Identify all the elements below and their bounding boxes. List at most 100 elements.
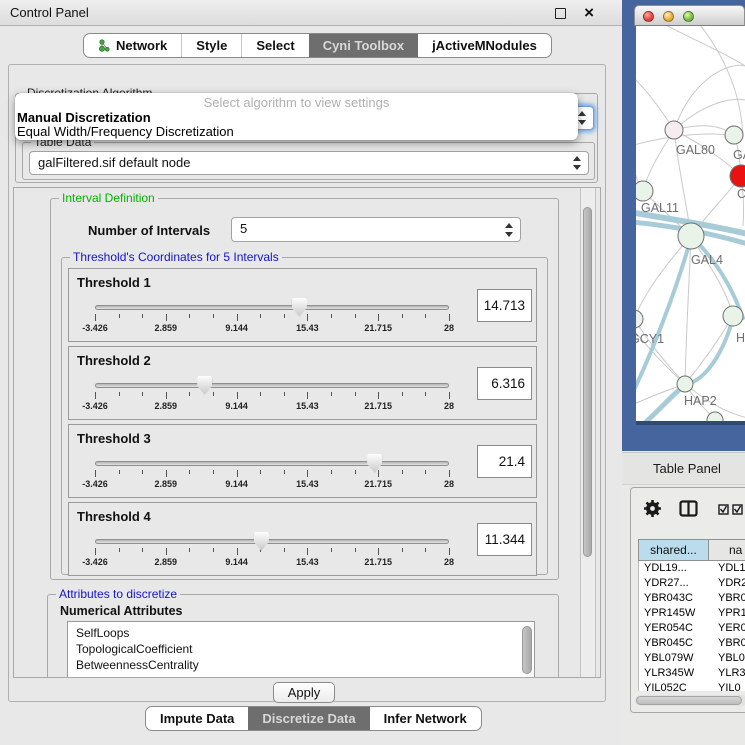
table-cell[interactable]: YBR0 <box>710 636 745 651</box>
content-scrollbar-thumb[interactable] <box>583 207 592 557</box>
threshold-row-1: Threshold 1-3.4262.8599.14415.4321.71528… <box>68 268 537 342</box>
slider-track[interactable] <box>95 305 449 310</box>
threshold-value-field[interactable]: 21.4 <box>477 445 532 478</box>
attributes-listbox[interactable]: SelfLoopsTopologicalCoefficientBetweenne… <box>67 621 535 678</box>
major-tick <box>307 548 308 555</box>
content-panel: Interval Definition Number of Intervals … <box>13 187 601 678</box>
major-tick <box>166 314 167 321</box>
window-zoom-button[interactable] <box>683 11 694 22</box>
bottom-tab-impute-data[interactable]: Impute Data <box>146 707 248 730</box>
column-header-shared[interactable]: shared... <box>638 539 709 561</box>
threshold-value-field[interactable]: 14.713 <box>477 289 532 322</box>
interval-definition-title: Interval Definition <box>59 191 158 205</box>
table-cell[interactable]: YLR3 <box>710 666 745 681</box>
float-window-icon[interactable] <box>555 8 566 19</box>
num-intervals-label: Number of Intervals <box>88 223 210 238</box>
table-cell[interactable]: YPR145W <box>639 606 710 621</box>
gear-icon[interactable] <box>643 499 662 518</box>
table-cell[interactable]: YPR1 <box>710 606 745 621</box>
network-node-gcy1[interactable] <box>636 310 643 328</box>
apply-button[interactable]: Apply <box>273 682 335 703</box>
attribute-list-item[interactable]: SelfLoops <box>68 625 534 641</box>
network-node-hap2[interactable] <box>677 376 693 392</box>
split-view-icon[interactable] <box>679 500 698 517</box>
table-row[interactable]: YLR345WYLR3 <box>639 666 745 681</box>
slider-track[interactable] <box>95 539 449 544</box>
tab-network[interactable]: Network <box>84 34 181 57</box>
slider-thumb[interactable] <box>254 532 269 551</box>
table-cell[interactable]: YER054C <box>639 621 710 636</box>
table-row[interactable]: YER054CYER0 <box>639 621 745 636</box>
minor-tick <box>355 470 356 474</box>
network-node-gal11[interactable] <box>636 181 653 201</box>
network-node-right[interactable] <box>723 306 743 326</box>
network-node-gal4[interactable] <box>678 223 704 249</box>
threshold-value-field[interactable]: 11.344 <box>477 523 532 556</box>
tick-label: 21.715 <box>364 401 392 411</box>
slider-track[interactable] <box>95 461 449 466</box>
bottom-tab-label: Infer Network <box>384 711 467 726</box>
table-cell[interactable]: YIL052C <box>639 681 710 691</box>
network-canvas[interactable]: GAL80GACGAL11GAL4GCY1HHAP2 <box>636 26 745 421</box>
popup-option-manual[interactable]: Manual Discretization <box>15 111 578 125</box>
table-cell[interactable]: YER0 <box>710 621 745 636</box>
checkbox-columns-icon[interactable] <box>718 504 744 515</box>
table-cell[interactable]: YDL19... <box>639 561 710 576</box>
slider-thumb[interactable] <box>197 376 212 395</box>
tick-label: 9.144 <box>225 557 248 567</box>
num-intervals-combobox[interactable]: 5 <box>231 217 521 242</box>
table-cell[interactable]: YBR043C <box>639 591 710 606</box>
tab-cyni-toolbox[interactable]: Cyni Toolbox <box>309 34 418 57</box>
network-node-top-right[interactable] <box>725 126 743 144</box>
close-icon[interactable]: × <box>584 1 594 25</box>
table-cell[interactable]: YBL0 <box>710 651 745 666</box>
window-close-button[interactable] <box>643 11 654 22</box>
tab-select[interactable]: Select <box>241 34 308 57</box>
attribute-list-item[interactable]: BetweennessCentrality <box>68 657 534 673</box>
tab-style[interactable]: Style <box>181 34 241 57</box>
table-row[interactable]: YPR145WYPR1 <box>639 606 745 621</box>
table-panel-title: Table Panel <box>653 461 721 476</box>
table-cell[interactable]: YBL079W <box>639 651 710 666</box>
network-node-pink[interactable] <box>665 121 683 139</box>
table-data-combobox[interactable]: galFiltered.sif default node <box>29 151 589 175</box>
slider-track[interactable] <box>95 383 449 388</box>
slider-thumb[interactable] <box>292 298 307 317</box>
window-minimize-button[interactable] <box>663 11 674 22</box>
bottom-tab-infer-network[interactable]: Infer Network <box>370 707 481 730</box>
table-cell[interactable]: YIL0 <box>710 681 745 691</box>
table-h-scrollbar[interactable] <box>635 695 745 706</box>
major-tick <box>166 392 167 399</box>
minor-tick <box>260 470 261 474</box>
network-window: GAL80GACGAL11GAL4GCY1HHAP2 <box>622 0 745 451</box>
table-row[interactable]: YBL079WYBL0 <box>639 651 745 666</box>
content-scrollbar[interactable] <box>580 188 596 677</box>
table-row[interactable]: YIL052CYIL0 <box>639 681 745 691</box>
thresholds-group-title: Threshold's Coordinates for 5 Intervals <box>70 250 282 264</box>
table-cell[interactable]: YBR0 <box>710 591 745 606</box>
table-data-value: galFiltered.sif default node <box>38 155 190 170</box>
table-row[interactable]: YDL19...YDL1 <box>639 561 745 576</box>
column-header-na[interactable]: na <box>709 539 745 561</box>
interval-definition-group: Interval Definition Number of Intervals … <box>50 198 559 580</box>
table-row[interactable]: YDR27...YDR2 <box>639 576 745 591</box>
major-tick <box>307 392 308 399</box>
table-cell[interactable]: YDL1 <box>710 561 745 576</box>
popup-option-equal-width[interactable]: Equal Width/Frequency Discretization <box>15 125 578 139</box>
table-cell[interactable]: YBR045C <box>639 636 710 651</box>
minor-tick <box>119 548 120 552</box>
bottom-tab-discretize-data[interactable]: Discretize Data <box>248 707 369 730</box>
threshold-value-field[interactable]: 6.316 <box>477 367 532 400</box>
attribute-list-item[interactable]: TopologicalCoefficient <box>68 641 534 657</box>
tick-label: 28 <box>444 401 454 411</box>
list-scrollbar[interactable] <box>522 626 532 674</box>
tab-jactivemnodules[interactable]: jActiveMNodules <box>418 34 551 57</box>
table-h-scrollbar-thumb[interactable] <box>636 696 742 705</box>
slider-thumb[interactable] <box>367 454 382 473</box>
table-row[interactable]: YBR043CYBR0 <box>639 591 745 606</box>
table-cell[interactable]: YDR2 <box>710 576 745 591</box>
table-row[interactable]: YBR045CYBR0 <box>639 636 745 651</box>
tick-label: 28 <box>444 323 454 333</box>
table-cell[interactable]: YLR345W <box>639 666 710 681</box>
table-cell[interactable]: YDR27... <box>639 576 710 591</box>
